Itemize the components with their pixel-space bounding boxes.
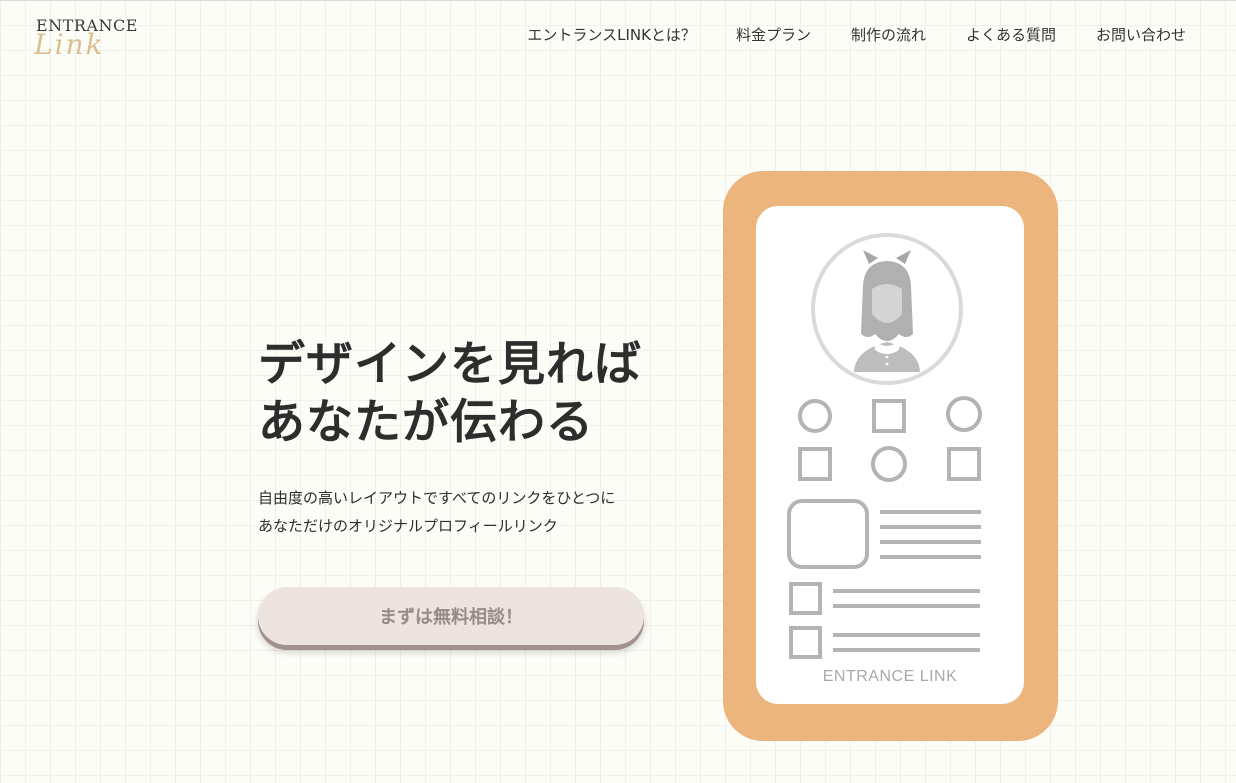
top-border (0, 0, 1236, 1)
hero-subtitle: 自由度の高いレイアウトですべてのリンクをひとつに あなただけのオリジナルプロフィ… (258, 484, 615, 540)
hero-subtitle-line-2: あなただけのオリジナルプロフィールリンク (258, 517, 558, 535)
nav-item-faq[interactable]: よくある質問 (966, 24, 1056, 45)
text-lines-placeholder (833, 510, 981, 652)
profile-layout-illustration (787, 233, 982, 659)
logo-script: Link (34, 28, 105, 61)
main-nav: エントランスLINKとは？ 料金プラン 制作の流れ よくある質問 お問い合わせ (527, 24, 1186, 45)
nav-item-flow[interactable]: 制作の流れ (851, 24, 926, 45)
site-logo[interactable]: ENTRANCE Link (34, 14, 144, 61)
hero-title-line-1: デザインを見れば (258, 337, 642, 392)
link-circle-icon[interactable] (871, 446, 907, 482)
phone-screen: ENTRANCE LINK (756, 206, 1024, 704)
nav-item-contact[interactable]: お問い合わせ (1096, 24, 1186, 45)
free-consultation-button[interactable]: まずは無料相談！ (258, 587, 644, 645)
nav-item-pricing[interactable]: 料金プラン (736, 24, 811, 45)
link-square-icon[interactable] (798, 447, 832, 481)
list-item-square-icon (789, 626, 822, 659)
list-item-square-icon (789, 582, 822, 615)
hero-title-line-2: あなたが伝わる (258, 395, 594, 450)
avatar-icon (811, 233, 963, 385)
link-circle-icon[interactable] (798, 399, 832, 433)
link-square-icon[interactable] (872, 399, 906, 433)
phone-mockup: ENTRANCE LINK (723, 171, 1058, 741)
nav-item-about[interactable]: エントランスLINKとは？ (527, 24, 696, 45)
hero-subtitle-line-1: 自由度の高いレイアウトですべてのリンクをひとつに (258, 489, 616, 507)
image-card-placeholder (787, 499, 869, 569)
mockup-brand-label: ENTRANCE LINK (822, 668, 958, 685)
link-square-icon[interactable] (947, 447, 981, 481)
hero-title: デザインを見れば あなたが伝わる (258, 336, 642, 452)
link-circle-icon[interactable] (946, 396, 982, 432)
